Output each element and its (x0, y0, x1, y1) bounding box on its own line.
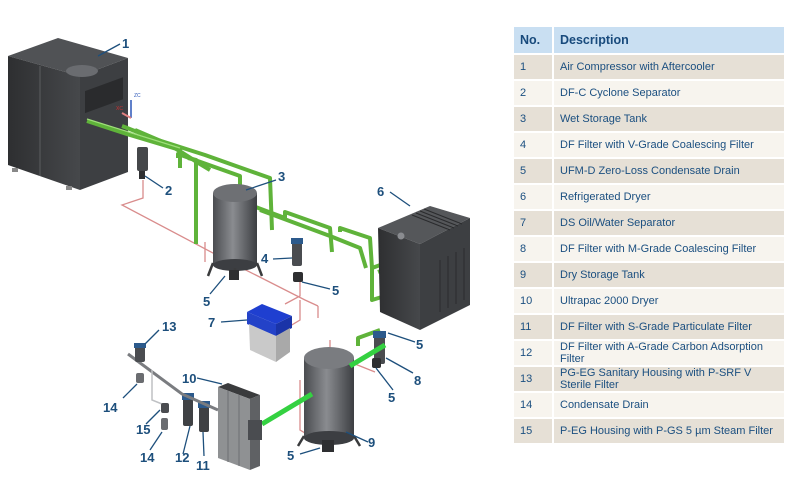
legend-number: 13 (514, 367, 554, 391)
cyclone-separator (137, 147, 148, 179)
legend-number: 14 (514, 393, 554, 417)
legend-row: 11 DF Filter with S-Grade Particulate Fil… (514, 315, 784, 339)
legend-description: DS Oil/Water Separator (554, 211, 784, 235)
legend-row: 1 Air Compressor with Aftercooler (514, 55, 784, 79)
legend-number: 12 (514, 341, 554, 365)
callout-5e: 5 (287, 448, 294, 463)
callout-12: 12 (175, 450, 189, 465)
callout-4: 4 (261, 251, 269, 266)
callout-5a: 5 (203, 294, 210, 309)
legend-header-description: Description (554, 27, 784, 53)
legend-number: 11 (514, 315, 554, 339)
component-legend-table: No. Description 1 Air Compressor with Aft… (514, 25, 784, 445)
legend-description: Wet Storage Tank (554, 107, 784, 131)
legend-number: 4 (514, 133, 554, 157)
legend-description: PG-EG Sanitary Housing with P-SRF V Ster… (554, 367, 784, 391)
legend-number: 1 (514, 55, 554, 79)
legend-description: Ultrapac 2000 Dryer (554, 289, 784, 313)
legend-number: 10 (514, 289, 554, 313)
compressed-air-system-diagram: ZC XC 1 2 3 4 5 5 6 7 5 8 5 9 5 10 11 12… (8, 36, 470, 473)
callout-5b: 5 (332, 283, 339, 298)
callout-15: 15 (136, 422, 150, 437)
legend-description: DF Filter with V-Grade Coalescing Filter (554, 133, 784, 157)
legend-description: Condensate Drain (554, 393, 784, 417)
legend-number: 6 (514, 185, 554, 209)
legend-row: 15 P-EG Housing with P-GS 5 µm Steam Filt… (514, 419, 784, 443)
legend-number: 5 (514, 159, 554, 183)
legend-description: DF Filter with M-Grade Coalescing Filter (554, 237, 784, 261)
callout-9: 9 (368, 435, 375, 450)
legend-row: 3 Wet Storage Tank (514, 107, 784, 131)
legend-number: 2 (514, 81, 554, 105)
callout-5c: 5 (416, 337, 423, 352)
legend-row: 9 Dry Storage Tank (514, 263, 784, 287)
legend-row: 13 PG-EG Sanitary Housing with P-SRF V St… (514, 367, 784, 391)
callout-14a: 14 (103, 400, 118, 415)
steam-filter (161, 403, 169, 413)
callout-8: 8 (414, 373, 421, 388)
callout-1: 1 (122, 36, 129, 51)
callout-13: 13 (162, 319, 176, 334)
legend-row: 5 UFM-D Zero-Loss Condensate Drain (514, 159, 784, 183)
legend-number: 8 (514, 237, 554, 261)
legend-description: Air Compressor with Aftercooler (554, 55, 784, 79)
air-compressor (8, 38, 128, 190)
callout-6: 6 (377, 184, 384, 199)
callouts: 1 2 3 4 5 5 6 7 5 8 5 9 5 10 11 12 13 14… (97, 36, 423, 473)
legend-header-number: No. (514, 27, 554, 53)
callout-14b: 14 (140, 450, 155, 465)
legend-number: 15 (514, 419, 554, 443)
legend-description: DF Filter with A-Grade Carbon Adsorption… (554, 341, 784, 365)
condensate-drain-lower (161, 418, 168, 430)
legend-row: 7 DS Oil/Water Separator (514, 211, 784, 235)
legend-row: 6 Refrigerated Dryer (514, 185, 784, 209)
legend-row: 12 DF Filter with A-Grade Carbon Adsorpti… (514, 341, 784, 365)
oil-water-separator (247, 304, 292, 362)
legend-description: P-EG Housing with P-GS 5 µm Steam Filter (554, 419, 784, 443)
axis-z-label: ZC (134, 93, 141, 99)
legend-description: Dry Storage Tank (554, 263, 784, 287)
sanitary-housing (134, 343, 146, 362)
legend-description: DF Filter with S-Grade Particulate Filte… (554, 315, 784, 339)
legend-description: UFM-D Zero-Loss Condensate Drain (554, 159, 784, 183)
callout-5d: 5 (388, 390, 395, 405)
legend-row: 2 DF-C Cyclone Separator (514, 81, 784, 105)
wet-storage-tank (206, 184, 264, 280)
ultrapac-dryer (218, 383, 262, 470)
legend-number: 3 (514, 107, 554, 131)
legend-row: 8 DF Filter with M-Grade Coalescing Filte… (514, 237, 784, 261)
condensate-drain-upper (136, 373, 144, 383)
legend-number: 7 (514, 211, 554, 235)
axis-x-label: XC (116, 106, 123, 112)
legend-description: DF-C Cyclone Separator (554, 81, 784, 105)
callout-10: 10 (182, 371, 196, 386)
legend-row: 14 Condensate Drain (514, 393, 784, 417)
legend-row: 4 DF Filter with V-Grade Coalescing Filte… (514, 133, 784, 157)
legend-description: Refrigerated Dryer (554, 185, 784, 209)
v-grade-filter (291, 238, 303, 282)
callout-7: 7 (208, 315, 215, 330)
legend-number: 9 (514, 263, 554, 287)
legend-header-row: No. Description (514, 27, 784, 53)
callout-3: 3 (278, 169, 285, 184)
refrigerated-dryer (378, 206, 470, 330)
legend-row: 10 Ultrapac 2000 Dryer (514, 289, 784, 313)
callout-11: 11 (196, 458, 210, 473)
callout-2: 2 (165, 183, 172, 198)
